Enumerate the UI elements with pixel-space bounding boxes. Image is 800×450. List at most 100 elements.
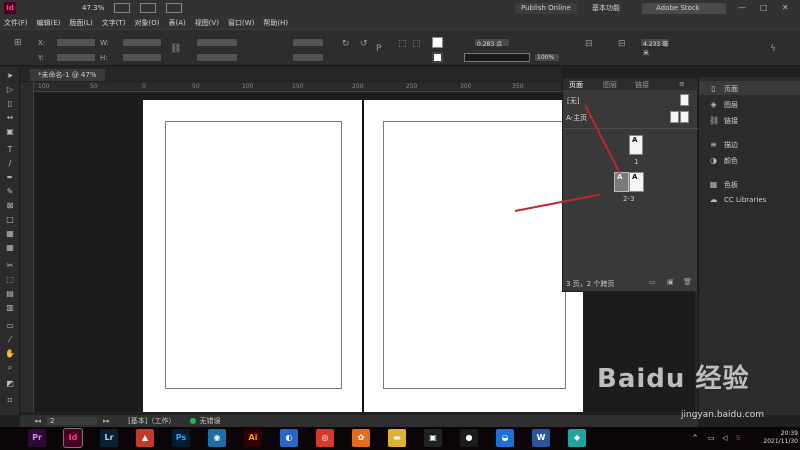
- maximize-button[interactable]: □: [760, 3, 768, 12]
- panel-item-cc-libraries[interactable]: ☁ CC Libraries: [709, 196, 767, 205]
- delete-page-icon[interactable]: 🗑: [683, 278, 692, 286]
- menu-edit[interactable]: 编辑(E): [37, 18, 61, 28]
- scissors-tool-icon[interactable]: ✂: [5, 261, 15, 270]
- content-collector-icon[interactable]: ▣: [5, 127, 15, 136]
- network-icon[interactable]: ▭: [708, 434, 715, 442]
- first-page-icon[interactable]: ◂◂: [34, 417, 41, 425]
- a-master-thumb-left[interactable]: [670, 111, 679, 123]
- panel-item-links[interactable]: ⛓ 链接: [709, 116, 738, 126]
- illustrator-icon[interactable]: Ai: [244, 429, 262, 447]
- menu-window[interactable]: 窗口(W): [228, 18, 254, 28]
- rotate-icon[interactable]: ↻: [342, 39, 350, 49]
- volume-icon[interactable]: ◁: [722, 434, 727, 442]
- panel-item-stroke[interactable]: ≡ 描边: [709, 140, 738, 150]
- browser-icon[interactable]: ◐: [280, 429, 298, 447]
- preview-mode[interactable]: [基本]（工作）: [128, 416, 175, 426]
- rotate-field[interactable]: [292, 38, 324, 47]
- menu-table[interactable]: 表(A): [169, 18, 186, 28]
- rectangle-frame-tool-icon[interactable]: ⊠: [5, 201, 15, 210]
- workspace-switcher[interactable]: 基本功能: [592, 3, 620, 13]
- panel-item-layers[interactable]: ◈ 图层: [709, 100, 738, 110]
- photoshop-icon[interactable]: Ps: [172, 429, 190, 447]
- gradient-feather-tool-icon[interactable]: ▥: [5, 303, 15, 312]
- new-page-icon[interactable]: ▣: [667, 278, 674, 286]
- menu-layout[interactable]: 版面(L): [69, 18, 92, 28]
- free-transform-tool-icon[interactable]: ⬚: [5, 275, 15, 284]
- tab-layers[interactable]: 图层: [603, 80, 617, 90]
- select-content-icon[interactable]: ⬚: [412, 39, 421, 49]
- stroke-weight-field[interactable]: 0.283 点: [474, 38, 510, 48]
- eyedropper-tool-icon[interactable]: ⁄: [5, 335, 15, 344]
- system-clock[interactable]: 20:39 2021/11/30: [752, 430, 798, 446]
- note-tool-icon[interactable]: ▭: [5, 321, 15, 330]
- acrobat-icon[interactable]: ▲: [136, 429, 154, 447]
- page-tool-icon[interactable]: ▯: [5, 99, 15, 108]
- page-number-field[interactable]: 2: [47, 417, 98, 425]
- align-icon[interactable]: ⊟: [585, 39, 593, 49]
- page-2-thumb[interactable]: A: [614, 172, 629, 192]
- a-master-label[interactable]: A-主页: [566, 113, 587, 123]
- panel-menu-icon[interactable]: ≡: [679, 80, 685, 88]
- view-options-icon[interactable]: [114, 3, 131, 13]
- screen-mode-icon[interactable]: [140, 3, 157, 13]
- spacing-field[interactable]: 4.233 毫米: [640, 38, 670, 57]
- none-master-thumb[interactable]: [680, 94, 689, 106]
- lightroom-icon[interactable]: Lr: [100, 429, 118, 447]
- grid-tool-icon[interactable]: ▦: [5, 243, 15, 252]
- app-icon[interactable]: ◒: [496, 429, 514, 447]
- reference-point-icon[interactable]: ⊞: [14, 38, 22, 48]
- page-2[interactable]: [143, 100, 362, 412]
- menu-help[interactable]: 帮助(H): [263, 18, 288, 28]
- table-tool-icon[interactable]: ▦: [5, 229, 15, 238]
- app-icon[interactable]: ✿: [352, 429, 370, 447]
- indesign-icon[interactable]: Id: [63, 428, 83, 448]
- tab-links[interactable]: 链接: [635, 80, 649, 90]
- page-3-thumb[interactable]: A: [629, 172, 644, 192]
- hand-tool-icon[interactable]: ✋: [5, 349, 15, 358]
- type-tool-icon[interactable]: T: [5, 145, 15, 154]
- h-field[interactable]: [122, 53, 162, 62]
- menu-view[interactable]: 视图(V): [195, 18, 219, 28]
- menu-type[interactable]: 文字(T): [102, 18, 126, 28]
- line-tool-icon[interactable]: /: [5, 159, 15, 168]
- selection-tool-icon[interactable]: ➤: [5, 71, 15, 80]
- horizontal-ruler[interactable]: 100 50 0 50 100 150 200 250 300 350: [34, 82, 562, 92]
- lightning-icon[interactable]: ϟ: [770, 44, 776, 54]
- scale-y-field[interactable]: [196, 53, 238, 62]
- constrain-proportions-icon[interactable]: ⛓: [170, 44, 181, 54]
- menu-file[interactable]: 文件(F): [4, 18, 28, 28]
- page-3[interactable]: [364, 100, 583, 412]
- stroke-swatch[interactable]: [432, 52, 443, 63]
- gap-tool-icon[interactable]: ↔: [5, 113, 15, 122]
- flip-icon[interactable]: P: [376, 44, 381, 54]
- gradient-swatch-tool-icon[interactable]: ▤: [5, 289, 15, 298]
- fill-stroke-icon[interactable]: ◩: [5, 379, 15, 388]
- app-icon[interactable]: ◆: [568, 429, 586, 447]
- zoom-tool-icon[interactable]: ⌕: [5, 363, 15, 372]
- vertical-ruler[interactable]: [20, 82, 34, 412]
- panel-item-swatches[interactable]: ▦ 色板: [709, 180, 738, 190]
- pencil-tool-icon[interactable]: ✎: [5, 187, 15, 196]
- stroke-type-dropdown[interactable]: [464, 53, 530, 62]
- minimize-button[interactable]: —: [738, 3, 746, 12]
- chrome-icon[interactable]: ◎: [316, 429, 334, 447]
- rotate-ccw-icon[interactable]: ↺: [360, 39, 368, 49]
- pen-tool-icon[interactable]: ✒: [5, 173, 15, 182]
- premiere-icon[interactable]: Pr: [28, 429, 46, 447]
- shear-field[interactable]: [292, 53, 324, 62]
- x-field[interactable]: [56, 38, 96, 47]
- page-1-thumb[interactable]: A: [629, 135, 643, 155]
- tab-pages[interactable]: 页面: [569, 80, 583, 90]
- ime-icon[interactable]: S: [736, 434, 740, 442]
- w-field[interactable]: [122, 38, 162, 47]
- y-field[interactable]: [56, 53, 96, 62]
- panel-item-color[interactable]: ◑ 颜色: [709, 156, 738, 166]
- zoom-level[interactable]: 47.3%: [82, 4, 104, 12]
- opacity-field[interactable]: 100%: [534, 53, 560, 62]
- publish-online-button[interactable]: Publish Online: [515, 3, 577, 14]
- tray-up-icon[interactable]: ^: [692, 434, 698, 442]
- panel-item-pages[interactable]: ▯ 页面: [709, 84, 738, 94]
- adobe-stock-search[interactable]: Adobe Stock: [642, 3, 726, 14]
- document-tab[interactable]: *未命名-1 @ 47%: [30, 69, 105, 81]
- close-button[interactable]: ✕: [782, 3, 789, 12]
